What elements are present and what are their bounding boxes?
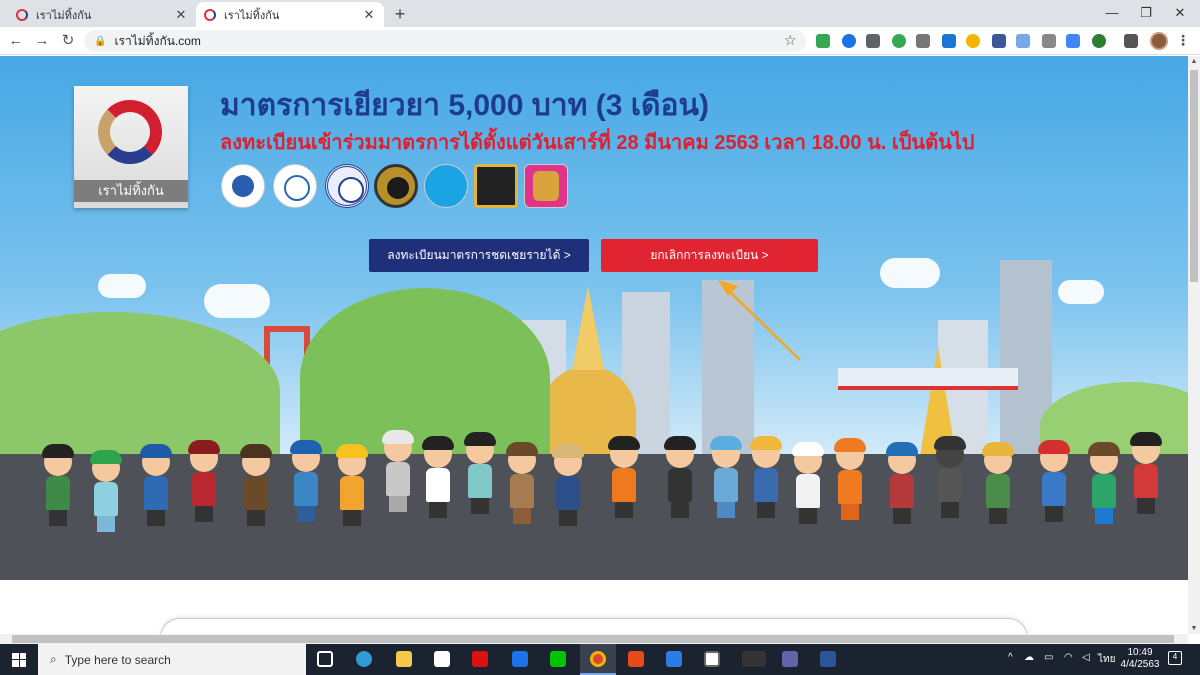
profile-avatar[interactable] <box>1150 32 1168 50</box>
scroll-up-icon[interactable]: ▲ <box>1188 58 1200 65</box>
input-language[interactable]: ไทย <box>1098 652 1115 667</box>
app-icon[interactable] <box>704 651 720 667</box>
clock-date: 4/4/2563 <box>1120 659 1160 670</box>
onedrive-icon[interactable]: ☁ <box>1024 652 1034 663</box>
mail-icon[interactable] <box>512 651 528 667</box>
browser-tab-active[interactable]: เราไม่ทิ้งกัน ✕ <box>196 2 384 27</box>
content-card <box>160 618 1028 634</box>
taskbar-search-box[interactable]: ⌕ Type here to search <box>38 644 306 675</box>
back-icon[interactable]: ← <box>6 31 26 51</box>
browser-toolbar: ← → ↻ 🔒 เราไม่ทิ้งกัน.com ☆ ⋮ <box>0 27 1200 55</box>
windows-logo-icon <box>12 652 26 667</box>
volume-icon[interactable]: ◁ <box>1082 652 1090 663</box>
extension-icon[interactable] <box>1092 34 1106 48</box>
browser-menu-icon[interactable]: ⋮ <box>1176 32 1190 49</box>
store-icon[interactable] <box>434 651 450 667</box>
battery-icon[interactable]: ▭ <box>1044 652 1053 663</box>
close-tab-icon[interactable]: ✕ <box>362 7 376 23</box>
bookmark-star-icon[interactable]: ☆ <box>784 32 797 49</box>
extension-icon[interactable] <box>1016 34 1030 48</box>
search-placeholder: Type here to search <box>64 652 171 667</box>
extension-icon[interactable] <box>1042 34 1056 48</box>
site-favicon-icon <box>16 8 28 21</box>
reading-list-icon[interactable] <box>1124 34 1138 48</box>
extension-icon[interactable] <box>842 34 856 48</box>
forward-icon[interactable]: → <box>32 31 52 51</box>
google-drive-extension-icon[interactable] <box>816 34 830 48</box>
horizontal-scrollbar[interactable] <box>0 634 1188 644</box>
office-icon[interactable] <box>628 651 644 667</box>
search-icon: ⌕ <box>50 652 57 666</box>
line-app-icon[interactable] <box>550 651 566 667</box>
extension-icon[interactable] <box>942 34 956 48</box>
extension-icon[interactable] <box>966 34 980 48</box>
msi-icon[interactable] <box>742 651 766 667</box>
scrollbar-thumb[interactable] <box>1190 70 1198 282</box>
url-text: เราไม่ทิ้งกัน.com <box>114 33 201 48</box>
new-tab-button[interactable]: + <box>390 4 410 25</box>
extension-icon[interactable] <box>866 34 880 48</box>
lock-icon: 🔒 <box>94 35 107 47</box>
tab-title: เราไม่ทิ้งกัน <box>36 9 92 22</box>
close-window-button[interactable]: ✕ <box>1158 2 1200 24</box>
teams-icon[interactable] <box>782 651 798 667</box>
notification-center-icon[interactable]: 4 <box>1168 651 1182 665</box>
browser-tab[interactable]: เราไม่ทิ้งกัน ✕ <box>8 2 196 27</box>
edge-icon[interactable] <box>356 651 372 667</box>
scroll-down-icon[interactable]: ▼ <box>1188 625 1200 632</box>
annotation-arrow <box>718 280 801 361</box>
system-clock[interactable]: 10:49 4/4/2563 <box>1118 647 1162 671</box>
task-view-icon[interactable] <box>317 651 333 667</box>
page-viewport: เราไม่ทิ้งกัน มาตรการเยียวยา 5,000 บาท (… <box>0 56 1188 634</box>
close-tab-icon[interactable]: ✕ <box>174 7 188 23</box>
start-button[interactable] <box>0 644 38 675</box>
chrome-icon[interactable] <box>590 651 606 667</box>
shield-extension-icon[interactable] <box>992 34 1006 48</box>
vertical-scrollbar[interactable]: ▲ ▼ <box>1188 56 1200 634</box>
windows-taskbar: ⌕ Type here to search ^ ☁ ▭ ◠ ◁ ไทย 10:4… <box>0 644 1200 675</box>
translate-extension-icon[interactable] <box>1066 34 1080 48</box>
show-hidden-icons-icon[interactable]: ^ <box>1008 652 1013 663</box>
hero-banner: เราไม่ทิ้งกัน มาตรการเยียวยา 5,000 บาท (… <box>0 56 1188 580</box>
scrollbar-thumb[interactable] <box>12 635 1174 643</box>
file-explorer-icon[interactable] <box>396 651 412 667</box>
clock-time: 10:49 <box>1127 647 1153 658</box>
browser-tab-bar: เราไม่ทิ้งกัน ✕ เราไม่ทิ้งกัน ✕ + — ❐ ✕ <box>0 0 1200 27</box>
word-icon[interactable] <box>820 651 836 667</box>
camera-extension-icon[interactable] <box>916 34 930 48</box>
reload-icon[interactable]: ↻ <box>58 31 78 51</box>
extension-icon[interactable] <box>892 34 906 48</box>
trello-icon[interactable] <box>666 651 682 667</box>
address-bar[interactable]: 🔒 เราไม่ทิ้งกัน.com <box>84 30 806 52</box>
site-favicon-icon <box>204 8 216 21</box>
app-icon[interactable] <box>472 651 488 667</box>
wifi-icon[interactable]: ◠ <box>1064 652 1073 663</box>
tab-title: เราไม่ทิ้งกัน <box>224 9 280 22</box>
